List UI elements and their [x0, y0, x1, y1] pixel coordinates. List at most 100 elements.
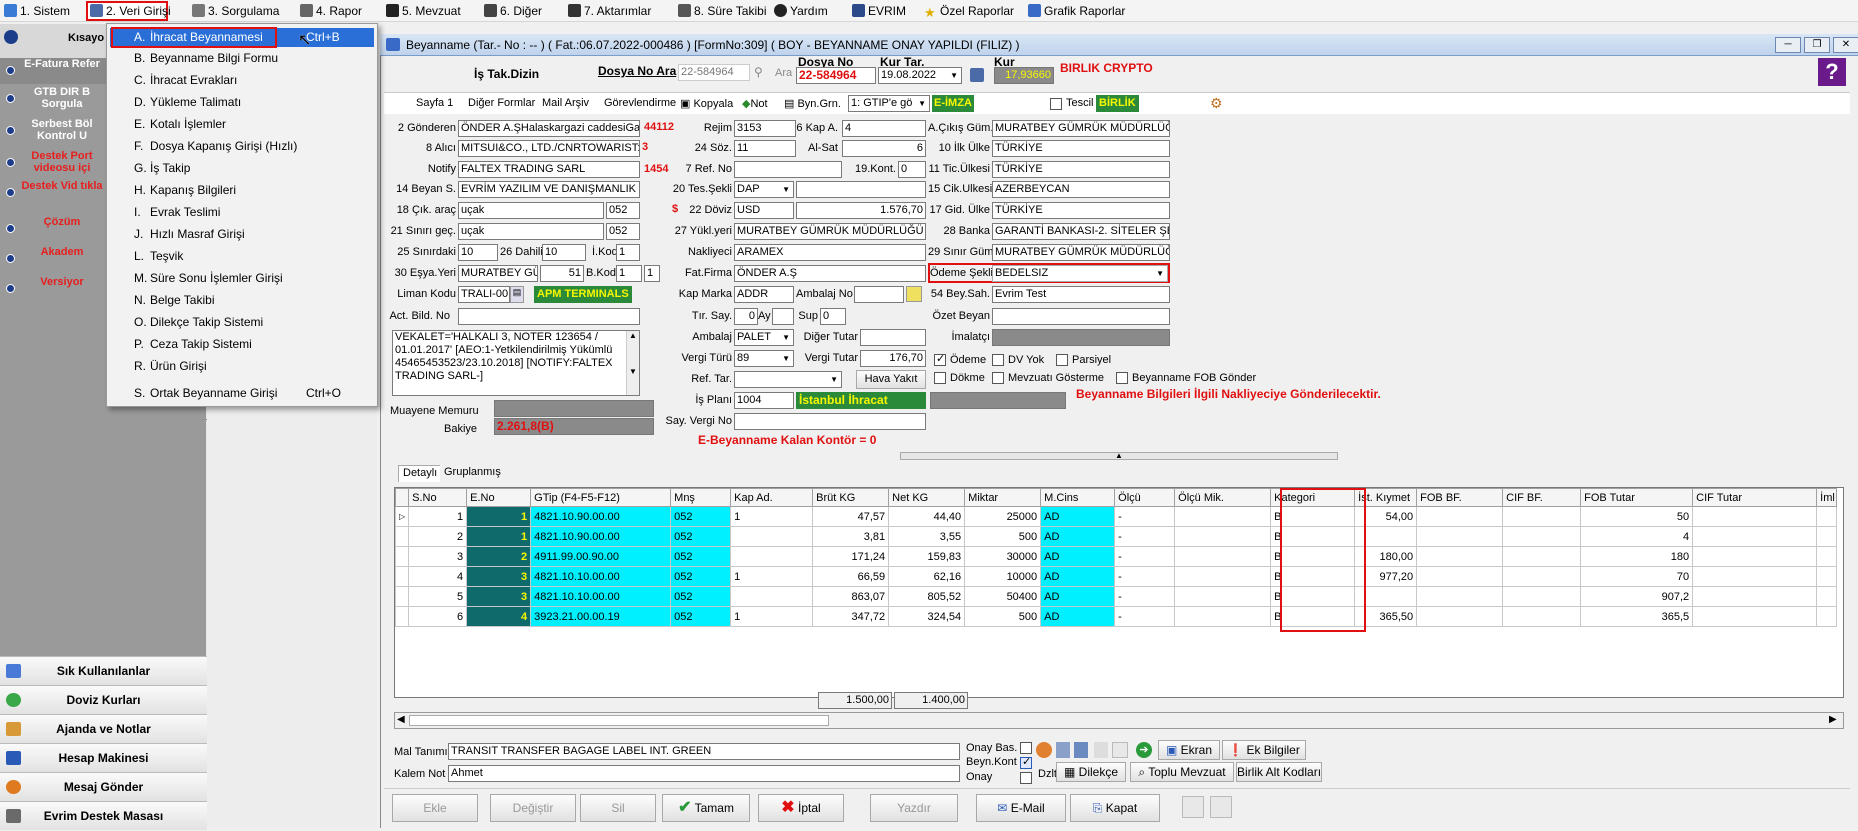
- table-cell[interactable]: 50400: [964, 586, 1042, 607]
- ambalaj-no-field[interactable]: [854, 286, 904, 303]
- kur-field[interactable]: 17,93660: [994, 67, 1054, 84]
- table-cell[interactable]: 052: [670, 506, 732, 527]
- cik-arac-code[interactable]: 052: [606, 202, 640, 219]
- fob-gonder-checkbox[interactable]: [1116, 372, 1128, 384]
- dilekce-button[interactable]: ▦ Dilekçe: [1056, 762, 1126, 782]
- ref-no-field[interactable]: [734, 161, 842, 178]
- scroll-right-icon[interactable]: ▶: [1829, 714, 1837, 725]
- menu-item-beyanname-bilgi-formu[interactable]: B. Beyanname Bilgi Formu: [110, 49, 374, 68]
- grid-column-header[interactable]: Brüt KG: [812, 488, 890, 507]
- liman-kodu-field[interactable]: TRALI-00: [458, 286, 510, 303]
- ilk-ulke-field[interactable]: TÜRKİYE: [992, 140, 1170, 157]
- table-cell[interactable]: [1416, 526, 1504, 547]
- table-cell[interactable]: [730, 586, 814, 607]
- table-cell[interactable]: 1: [730, 606, 814, 627]
- grid-column-header[interactable]: Mnş: [670, 488, 732, 507]
- hava-yakit-button[interactable]: Hava Yakıt: [856, 370, 926, 389]
- table-cell[interactable]: 6: [408, 606, 468, 627]
- row-indicator[interactable]: [395, 586, 410, 607]
- email-button[interactable]: ✉ E-Mail: [976, 794, 1066, 822]
- ekran-button[interactable]: ▣ Ekran: [1158, 740, 1220, 760]
- table-cell[interactable]: 4821.10.10.00.00: [530, 586, 672, 607]
- toplu-mevzuat-button[interactable]: ⌕ Toplu Mevzuat: [1130, 762, 1234, 782]
- table-cell[interactable]: 052: [670, 566, 732, 587]
- sidebar-sik-kullanilanlar[interactable]: Sık Kullanılanlar: [0, 656, 207, 685]
- table-cell[interactable]: 1: [408, 506, 468, 527]
- gtip-select[interactable]: 1: GTIP'e gö ▼: [848, 95, 930, 112]
- grid-column-header[interactable]: GTip (F4-F5-F12): [530, 488, 672, 507]
- table-cell[interactable]: 1: [730, 506, 814, 527]
- menu-aktarimlar[interactable]: 7. Aktarımlar: [566, 2, 651, 20]
- table-cell[interactable]: [1174, 526, 1272, 547]
- table-cell[interactable]: 30000: [964, 546, 1042, 567]
- odeme-sekli-select[interactable]: BEDELSIZ ▼: [992, 265, 1168, 282]
- onay-bas-checkbox[interactable]: [1020, 742, 1032, 754]
- grid-column-header[interactable]: Kap Ad.: [730, 488, 814, 507]
- bkod-field-2[interactable]: 1: [644, 265, 660, 282]
- odeme-checkbox[interactable]: [934, 352, 946, 366]
- row-indicator[interactable]: [395, 606, 410, 627]
- table-cell[interactable]: 365,5: [1580, 606, 1694, 627]
- vergi-turu-select[interactable]: 89 ▼: [734, 350, 794, 367]
- dosya-no-search-input[interactable]: 22-584964: [678, 64, 750, 81]
- table-cell[interactable]: [1816, 526, 1838, 547]
- ref-tar-select[interactable]: ▼: [734, 371, 842, 388]
- table-cell[interactable]: 500: [964, 526, 1042, 547]
- table-cell[interactable]: 805,52: [888, 586, 966, 607]
- mail-arsiv-button[interactable]: Mail Arşiv: [542, 97, 589, 109]
- sidebar-item-cozum[interactable]: Çözüm: [0, 216, 110, 242]
- export-icon[interactable]: [1210, 796, 1232, 818]
- yukl-yeri-field[interactable]: MURATBEY GÜMRÜK MÜDÜRLÜĞÜ: [734, 223, 926, 240]
- table-cell[interactable]: [1692, 606, 1818, 627]
- gorevlendirme-button[interactable]: Görevlendirme: [604, 97, 676, 109]
- kopyala-button[interactable]: ▣ Kopyala: [680, 97, 733, 110]
- cik-arac-field[interactable]: uçak: [458, 202, 604, 219]
- cik-ulkesi-field[interactable]: AZERBEYCAN: [992, 181, 1170, 198]
- dosya-no-field[interactable]: 22-584964: [796, 67, 876, 84]
- table-cell[interactable]: AD: [1040, 606, 1116, 627]
- vekalet-memo[interactable]: VEKALET='HALKALI 3, NOTER 123654 / 01.01…: [392, 330, 640, 396]
- notify-field[interactable]: FALTEX TRADING SARL: [458, 161, 640, 178]
- table-cell[interactable]: [1502, 586, 1582, 607]
- ara-button[interactable]: Ara: [775, 67, 792, 79]
- table-cell[interactable]: 25000: [964, 506, 1042, 527]
- table-icon[interactable]: [1074, 742, 1088, 758]
- menu-yardim[interactable]: Yardım: [772, 2, 828, 20]
- table-cell[interactable]: AD: [1040, 526, 1116, 547]
- menu-grafik-raporlar[interactable]: Grafik Raporlar: [1026, 2, 1125, 20]
- birlik-button[interactable]: BİRLİK: [1096, 95, 1139, 112]
- row-indicator[interactable]: [395, 566, 410, 587]
- table-cell[interactable]: [1816, 546, 1838, 567]
- diger-formlar-button[interactable]: Diğer Formlar: [468, 97, 535, 109]
- imalatci-field[interactable]: [992, 329, 1170, 346]
- table-cell[interactable]: 50: [1580, 506, 1694, 527]
- tab-detayli[interactable]: Detaylı: [398, 465, 443, 482]
- minimize-button[interactable]: ─: [1775, 37, 1801, 53]
- diger-tutar-field[interactable]: [860, 329, 926, 346]
- menu-veri-girisi[interactable]: 2. Veri Girişi: [86, 1, 171, 21]
- minus-icon[interactable]: [1112, 742, 1128, 758]
- table-cell[interactable]: 3: [466, 566, 532, 587]
- menu-item-ihracat-evraklari[interactable]: C. İhracat Evrakları: [110, 71, 374, 90]
- act-bild-field[interactable]: [458, 308, 640, 325]
- not-button[interactable]: ◆Not: [742, 97, 768, 110]
- sil-button[interactable]: Sil: [580, 794, 656, 822]
- menu-diger[interactable]: 6. Diğer: [482, 2, 542, 20]
- table-row[interactable]: 3 2 4911.99.00.90.00 052 171,24 159,83 30000 AD…: [395, 546, 1838, 567]
- table-cell[interactable]: -: [1114, 566, 1176, 587]
- calculator-icon[interactable]: [970, 68, 984, 82]
- table-cell[interactable]: [1416, 546, 1504, 567]
- e-imza-button[interactable]: E-İMZA: [932, 95, 974, 112]
- grid-horizontal-scrollbar[interactable]: ◀ ▶: [394, 712, 1844, 729]
- kap-field[interactable]: 4: [842, 120, 926, 137]
- table-cell[interactable]: 1: [466, 526, 532, 547]
- table-cell[interactable]: 10000: [964, 566, 1042, 587]
- table-cell[interactable]: AD: [1040, 586, 1116, 607]
- table-cell[interactable]: 3,81: [812, 526, 890, 547]
- menu-item-hizli-masraf[interactable]: J. Hızlı Masraf Girişi: [110, 225, 374, 244]
- table-cell[interactable]: 4821.10.90.00.00: [530, 526, 672, 547]
- table-cell[interactable]: [1416, 586, 1504, 607]
- tab-gruplanmis[interactable]: Gruplanmış: [440, 465, 505, 482]
- splitter-handle[interactable]: ▲: [900, 452, 1338, 460]
- sidebar-hesap-makinesi[interactable]: Hesap Makinesi: [0, 743, 207, 772]
